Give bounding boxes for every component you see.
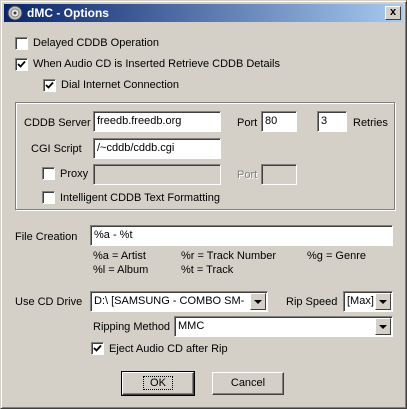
- cgi-script-input[interactable]: /~cddb/cddb.cgi: [93, 138, 221, 159]
- intelligent-formatting-label[interactable]: Intelligent CDDB Text Formatting: [60, 192, 220, 204]
- cd-drive-value: D:\ [SAMSUNG - COMBO SM-: [94, 295, 245, 307]
- proxy-port-input[interactable]: [261, 164, 297, 185]
- eject-cd-label[interactable]: Eject Audio CD after Rip: [109, 343, 228, 355]
- cgi-script-label: CGI Script: [31, 143, 82, 155]
- legend-album: %l = Album: [93, 264, 149, 276]
- cd-drive-select[interactable]: D:\ [SAMSUNG - COMBO SM-: [90, 291, 268, 312]
- window-title: dMC - Options: [27, 6, 109, 20]
- check-icon: [45, 81, 54, 89]
- legend-track: %t = Track: [181, 264, 234, 276]
- rip-speed-label: Rip Speed: [286, 296, 338, 308]
- auto-retrieve-label[interactable]: When Audio CD is Inserted Retrieve CDDB …: [33, 58, 280, 70]
- eject-cd-checkbox[interactable]: [91, 342, 104, 355]
- auto-retrieve-checkbox[interactable]: [15, 58, 28, 71]
- check-icon: [17, 60, 26, 68]
- proxy-label[interactable]: Proxy: [60, 168, 88, 180]
- cancel-button[interactable]: Cancel: [212, 372, 284, 395]
- ok-button-label: OK: [143, 376, 173, 390]
- check-icon: [93, 344, 102, 352]
- cddb-server-input[interactable]: freedb.freedb.org: [93, 111, 221, 132]
- ripping-method-label: Ripping Method: [93, 321, 171, 333]
- delayed-cddb-checkbox[interactable]: [15, 37, 28, 50]
- delayed-cddb-label[interactable]: Delayed CDDB Operation: [33, 37, 159, 49]
- proxy-input[interactable]: [93, 164, 221, 185]
- cddb-port-label: Port: [237, 117, 258, 129]
- dial-internet-label[interactable]: Dial Internet Connection: [61, 79, 179, 91]
- cd-drive-label: Use CD Drive: [15, 296, 83, 308]
- close-icon: x: [389, 6, 397, 18]
- rip-speed-select[interactable]: [Max]: [343, 291, 393, 312]
- rip-speed-value: [Max]: [347, 295, 374, 307]
- options-dialog: dMC - Options x Delayed CDDB Operation W…: [0, 0, 407, 409]
- close-button[interactable]: x: [385, 6, 401, 20]
- legend-genre: %g = Genre: [307, 250, 367, 262]
- ok-button[interactable]: OK: [121, 371, 195, 396]
- title-bar[interactable]: dMC - Options x: [4, 4, 403, 22]
- cddb-server-label: CDDB Server: [24, 117, 91, 129]
- chevron-down-icon[interactable]: [375, 318, 391, 335]
- dial-internet-checkbox[interactable]: [43, 79, 56, 92]
- file-creation-label: File Creation: [15, 231, 78, 243]
- file-creation-input[interactable]: %a - %t: [90, 225, 393, 246]
- cd-icon: [7, 5, 23, 21]
- chevron-down-icon[interactable]: [250, 293, 266, 310]
- cancel-button-label: Cancel: [230, 377, 266, 389]
- retries-label: Retries: [353, 117, 388, 129]
- chevron-down-icon[interactable]: [375, 293, 391, 310]
- legend-track-number: %r = Track Number: [181, 250, 277, 262]
- proxy-checkbox[interactable]: [42, 167, 55, 180]
- retries-input[interactable]: 3: [317, 111, 347, 132]
- legend-artist: %a = Artist: [93, 250, 146, 262]
- ripping-method-value: MMC: [178, 320, 205, 332]
- cddb-port-input[interactable]: 80: [261, 111, 297, 132]
- intelligent-formatting-checkbox[interactable]: [42, 191, 55, 204]
- ripping-method-select[interactable]: MMC: [174, 316, 393, 337]
- proxy-port-label: Port: [237, 169, 258, 181]
